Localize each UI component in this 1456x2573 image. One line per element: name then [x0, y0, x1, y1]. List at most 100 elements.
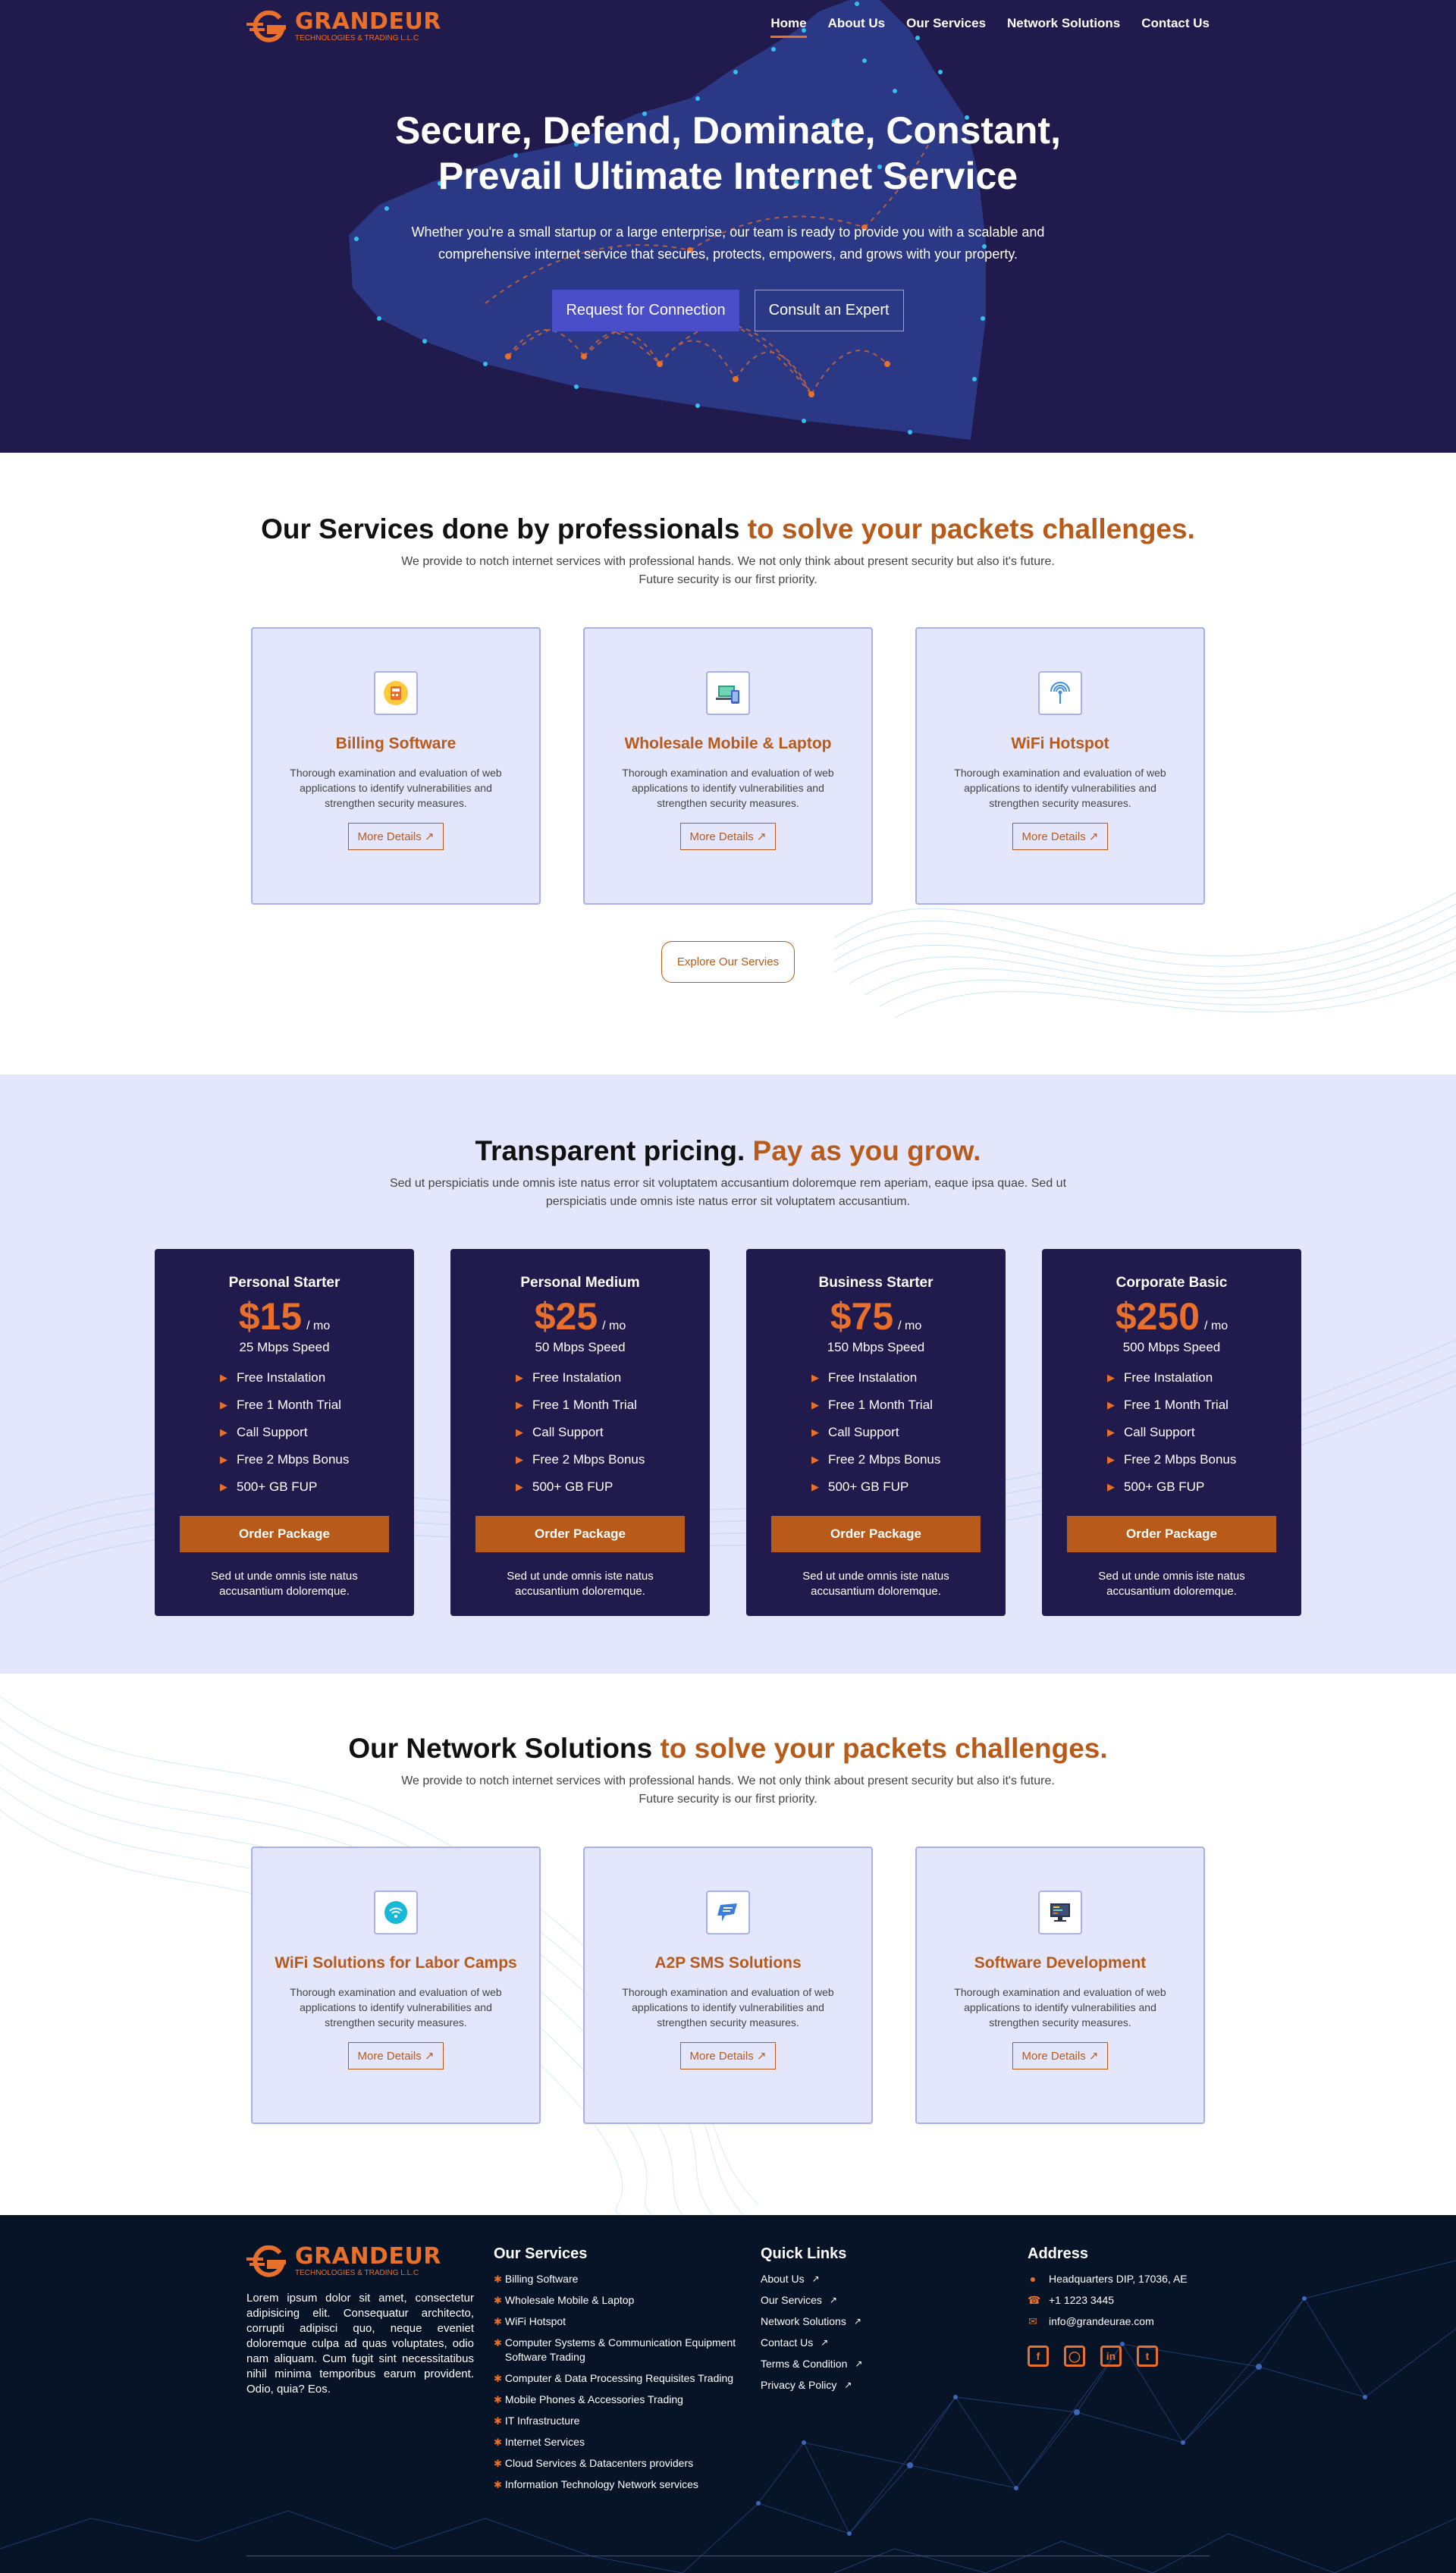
pricing-subtitle: Sed ut perspiciatis unde omnis iste natu… — [389, 1177, 1067, 1208]
triangle-bullet-icon: ▶ — [516, 1426, 523, 1438]
external-link-icon: ↗ — [811, 2273, 820, 2284]
nav-home[interactable]: Home — [770, 16, 807, 38]
consult-expert-button[interactable]: Consult an Expert — [754, 290, 904, 331]
footer-quick-link[interactable]: Privacy & Policy ↗ — [761, 2378, 1008, 2393]
software-icon — [1038, 1891, 1082, 1934]
instagram-icon[interactable]: ◯ — [1064, 2346, 1085, 2367]
logo-mark-icon — [246, 11, 286, 42]
footer-about: GRANDEUR TECHNOLOGIES & TRADING L.L.C Lo… — [246, 2245, 474, 2499]
more-details-button[interactable]: More Details ↗ — [347, 823, 444, 850]
services-subtitle: We provide to notch internet services wi… — [401, 555, 1055, 586]
mail-icon: ✉ — [1028, 2315, 1037, 2327]
logo-mark-icon — [246, 2245, 286, 2277]
gear-bullet-icon: ✱ — [494, 2273, 502, 2285]
plan-features: ▶ Free Instalation ▶ Free 1 Month Trial ▶ C… — [1107, 1364, 1301, 1501]
footer-service-link[interactable]: ✱ WiFi Hotspot — [494, 2314, 741, 2329]
pricing-plan-card: Corporate Basic $250/ mo 500 Mbps Speed … — [1042, 1249, 1301, 1616]
plan-features: ▶ Free Instalation ▶ Free 1 Month Trial ▶ C… — [220, 1364, 414, 1501]
footer-quick-link[interactable]: Network Solutions ↗ — [761, 2314, 1008, 2329]
footer-quick-link[interactable]: Our Services ↗ — [761, 2293, 1008, 2308]
order-package-button[interactable]: Order Package — [180, 1516, 389, 1552]
footer-service-link[interactable]: ✱ Computer Systems & Communication Equipm… — [494, 2336, 741, 2364]
plan-note: Sed ut unde omnis iste natus accusantium… — [1098, 1570, 1245, 1598]
plan-feature: ▶ Free Instalation — [516, 1364, 710, 1392]
footer-address: Address ● Headquarters DIP, 17036, AE ☎ +1… — [1028, 2245, 1255, 2499]
service-card-title: Wholesale Mobile & Laptop — [624, 735, 832, 752]
footer-quick-link[interactable]: Contact Us ↗ — [761, 2336, 1008, 2350]
pricing-title: Transparent pricing. Pay as you grow. — [0, 1135, 1456, 1167]
linkedin-icon[interactable]: in — [1100, 2346, 1122, 2367]
more-details-button[interactable]: More Details ↗ — [1012, 2042, 1109, 2069]
nav-menu: Home About Us Our Services Network Solut… — [770, 16, 1210, 38]
order-package-button[interactable]: Order Package — [771, 1516, 981, 1552]
more-details-button[interactable]: More Details ↗ — [347, 2042, 444, 2069]
network-title: Our Network Solutions to solve your pack… — [0, 1733, 1456, 1765]
footer-service-link[interactable]: ✱ Computer & Data Processing Requisites T… — [494, 2371, 741, 2386]
triangle-bullet-icon: ▶ — [220, 1399, 228, 1410]
triangle-bullet-icon: ▶ — [811, 1454, 819, 1465]
triangle-bullet-icon: ▶ — [1107, 1481, 1115, 1492]
footer-service-link[interactable]: ✱ Internet Services — [494, 2435, 741, 2449]
footer-service-link[interactable]: ✱ Wholesale Mobile & Laptop — [494, 2293, 741, 2308]
external-link-icon: ↗ — [821, 2337, 829, 2348]
network-card-title: A2P SMS Solutions — [654, 1954, 802, 1972]
plan-feature: ▶ Free 2 Mbps Bonus — [811, 1446, 1006, 1473]
email-line[interactable]: ✉ info@grandeurae.com — [1028, 2314, 1255, 2329]
order-package-button[interactable]: Order Package — [475, 1516, 685, 1552]
nav-network-solutions[interactable]: Network Solutions — [1007, 16, 1120, 36]
pricing-section: Transparent pricing. Pay as you grow. Se… — [0, 1075, 1456, 1674]
request-connection-button[interactable]: Request for Connection — [552, 290, 739, 331]
triangle-bullet-icon: ▶ — [516, 1399, 523, 1410]
footer-logo[interactable]: GRANDEUR TECHNOLOGIES & TRADING L.L.C — [246, 2245, 474, 2277]
plan-feature: ▶ Free 2 Mbps Bonus — [516, 1446, 710, 1473]
service-card: Wholesale Mobile & Laptop Thorough exami… — [583, 627, 873, 905]
triangle-bullet-icon: ▶ — [220, 1372, 228, 1383]
footer-quick-links: Quick Links About Us ↗ Our Services ↗ Netw… — [761, 2245, 1008, 2499]
explore-services-button[interactable]: Explore Our Servies — [661, 941, 795, 983]
network-title-main: Our Network Solutions — [348, 1733, 653, 1764]
nav-our-services[interactable]: Our Services — [906, 16, 986, 36]
more-details-button[interactable]: More Details ↗ — [679, 2042, 777, 2069]
plan-feature: ▶ Free 1 Month Trial — [220, 1392, 414, 1419]
footer-quick-link[interactable]: Terms & Condition ↗ — [761, 2357, 1008, 2371]
service-card: Billing Software Thorough examination an… — [251, 627, 541, 905]
more-details-button[interactable]: More Details ↗ — [1012, 823, 1109, 850]
footer-service-link[interactable]: ✱ Mobile Phones & Accessories Trading — [494, 2393, 741, 2407]
triangle-bullet-icon: ▶ — [811, 1426, 819, 1438]
external-link-icon: ↗ — [853, 2316, 861, 2327]
twitter-icon[interactable]: t — [1137, 2346, 1158, 2367]
triangle-bullet-icon: ▶ — [516, 1454, 523, 1465]
footer-service-link[interactable]: ✱ Billing Software — [494, 2272, 741, 2286]
order-package-button[interactable]: Order Package — [1067, 1516, 1276, 1552]
plan-price: $25 — [534, 1295, 598, 1338]
brand-tagline: TECHNOLOGIES & TRADING L.L.C — [295, 34, 419, 42]
external-link-icon: ↗ — [829, 2295, 837, 2305]
nav-contact-us[interactable]: Contact Us — [1141, 16, 1210, 36]
plan-speed: 50 Mbps Speed — [535, 1340, 626, 1354]
footer-service-link[interactable]: ✱ IT Infrastructure — [494, 2414, 741, 2428]
top-navbar: GRANDEUR TECHNOLOGIES & TRADING L.L.C Ho… — [246, 0, 1210, 53]
nav-about-us[interactable]: About Us — [828, 16, 886, 36]
plan-name: Business Starter — [818, 1275, 934, 1291]
devices-icon — [706, 671, 750, 715]
plan-name: Personal Starter — [228, 1275, 340, 1291]
brand-name: GRANDEUR — [295, 2243, 441, 2270]
network-title-accent: to solve your packets challenges. — [660, 1733, 1108, 1764]
facebook-icon[interactable]: f — [1028, 2346, 1049, 2367]
more-details-button[interactable]: More Details ↗ — [679, 823, 777, 850]
plan-feature: ▶ Call Support — [220, 1419, 414, 1446]
brand-logo[interactable]: GRANDEUR TECHNOLOGIES & TRADING L.L.C — [246, 11, 441, 42]
plan-feature: ▶ Free Instalation — [811, 1364, 1006, 1392]
footer-services: Our Services ✱ Billing Software ✱ Wholesal… — [494, 2245, 741, 2499]
sms-icon — [706, 1891, 750, 1934]
plan-price: $15 — [238, 1295, 303, 1338]
plan-period: / mo — [898, 1319, 922, 1332]
plan-price: $75 — [830, 1295, 894, 1338]
footer-quick-link[interactable]: About Us ↗ — [761, 2272, 1008, 2286]
network-solutions-section: Our Network Solutions to solve your pack… — [0, 1674, 1456, 2215]
plan-feature: ▶ Free 1 Month Trial — [1107, 1392, 1301, 1419]
footer-service-link[interactable]: ✱ Cloud Services & Datacenters providers — [494, 2456, 741, 2471]
services-title-main: Our Services done by professionals — [261, 513, 740, 544]
footer-service-link[interactable]: ✱ Information Technology Network services — [494, 2477, 741, 2492]
phone-line[interactable]: ☎ +1 1223 3445 — [1028, 2293, 1255, 2308]
